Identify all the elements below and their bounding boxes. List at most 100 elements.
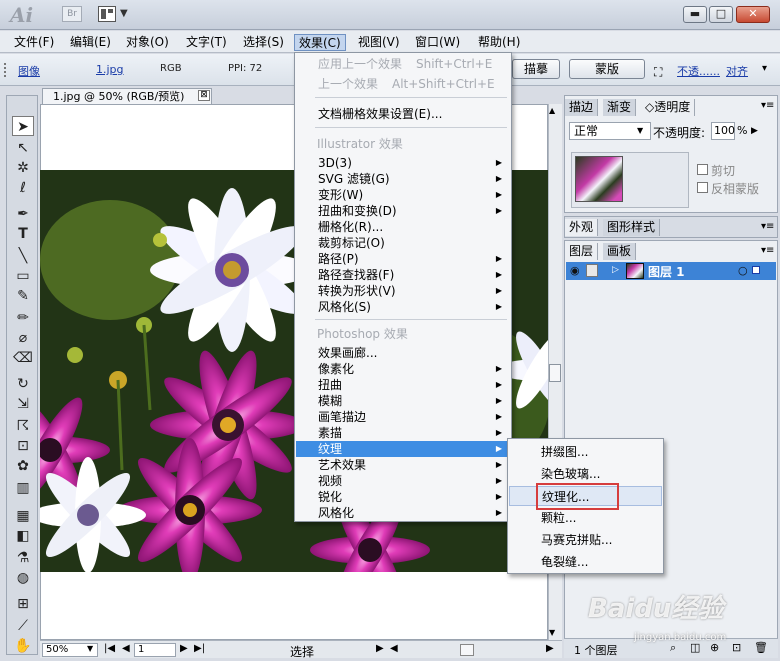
- live-trace-button[interactable]: 描摹: [512, 59, 560, 79]
- layer-row[interactable]: ◉ ▷ 图层 1 ○: [566, 262, 776, 280]
- menu-item-stylize-ps[interactable]: 风格化 ▶: [296, 505, 510, 521]
- tab-gradient[interactable]: 渐变: [603, 99, 637, 116]
- free-transform-tool-icon[interactable]: ⊡: [12, 436, 34, 456]
- menu-item-effect-gallery[interactable]: 效果画廊...: [296, 345, 510, 361]
- scroll-thumb[interactable]: [549, 364, 561, 382]
- target-icon[interactable]: ○: [738, 264, 748, 277]
- menu-item-raster-settings[interactable]: 文档栅格效果设置(E)...: [296, 106, 510, 122]
- status-menu-icon[interactable]: ▶: [376, 643, 384, 654]
- menu-item-path[interactable]: 路径(P) ▶: [296, 251, 510, 267]
- bridge-button[interactable]: Br: [62, 6, 82, 22]
- tab-appearance[interactable]: 外观: [565, 219, 599, 236]
- prev-page-icon[interactable]: ◀: [122, 643, 130, 654]
- eraser-tool-icon[interactable]: ⌫: [12, 348, 34, 368]
- tab-stroke[interactable]: 描边: [565, 99, 599, 116]
- mesh-tool-icon[interactable]: ▦: [12, 506, 34, 526]
- tab-artboards[interactable]: 画板: [603, 243, 637, 260]
- scroll-up-icon[interactable]: ▲: [549, 106, 555, 115]
- selection-indicator[interactable]: [752, 266, 760, 274]
- minimize-button[interactable]: ▬: [683, 6, 707, 23]
- pen-tool-icon[interactable]: ✒: [12, 204, 34, 224]
- menu-item-3d[interactable]: 3D(3) ▶: [296, 155, 510, 171]
- menu-item-video[interactable]: 视频 ▶: [296, 473, 510, 489]
- locate-object-icon[interactable]: ⌕: [670, 641, 676, 655]
- expand-arrow-icon[interactable]: ▷: [612, 265, 619, 275]
- page-select[interactable]: 1: [134, 643, 176, 657]
- first-page-icon[interactable]: |◀: [104, 643, 115, 654]
- menu-view[interactable]: 视图(V): [354, 34, 404, 51]
- menu-type[interactable]: 文字(T): [182, 34, 231, 51]
- blend-tool-icon[interactable]: ◍: [12, 568, 34, 588]
- menu-item-distort[interactable]: 扭曲 ▶: [296, 377, 510, 393]
- rotate-tool-icon[interactable]: ↻: [12, 374, 34, 394]
- new-layer-icon[interactable]: ⊡: [732, 641, 741, 654]
- magic-wand-tool-icon[interactable]: ✲: [12, 158, 34, 178]
- eye-icon[interactable]: ◉: [570, 264, 580, 277]
- hscroll-thumb[interactable]: [460, 644, 474, 656]
- panel-menu-icon[interactable]: ▾: [762, 63, 767, 74]
- menu-item-rasterize[interactable]: 栅格化(R)...: [296, 219, 510, 235]
- menu-item-sketch[interactable]: 素描 ▶: [296, 425, 510, 441]
- scale-tool-icon[interactable]: ⇲: [12, 394, 34, 414]
- panel-menu-icon[interactable]: ▾≡: [761, 245, 774, 256]
- hscroll-right-icon[interactable]: ▶: [546, 643, 554, 654]
- mask-button[interactable]: 蒙版: [569, 59, 645, 79]
- submenu-item-grain[interactable]: 颗粒...: [509, 508, 662, 528]
- rectangle-tool-icon[interactable]: ▭: [12, 266, 34, 286]
- transform-icon[interactable]: ⛶: [654, 65, 662, 80]
- blob-brush-tool-icon[interactable]: ⌀: [12, 328, 34, 348]
- gradient-tool-icon[interactable]: ◧: [12, 526, 34, 546]
- clip-checkbox[interactable]: [697, 164, 708, 175]
- menu-item-artistic[interactable]: 艺术效果 ▶: [296, 457, 510, 473]
- menu-item-pathfinder[interactable]: 路径查找器(F) ▶: [296, 267, 510, 283]
- menu-edit[interactable]: 编辑(E): [66, 34, 115, 51]
- paintbrush-tool-icon[interactable]: ✎: [12, 286, 34, 306]
- submenu-item-craquelure[interactable]: 龟裂缝...: [509, 552, 662, 572]
- close-document-icon[interactable]: ⊠: [198, 90, 210, 101]
- submenu-item-stained-glass[interactable]: 染色玻璃...: [509, 464, 662, 484]
- scroll-down-icon[interactable]: ▼: [549, 628, 555, 637]
- last-page-icon[interactable]: ▶|: [194, 643, 205, 654]
- menu-item-brush-strokes[interactable]: 画笔描边 ▶: [296, 409, 510, 425]
- menu-item-distort-transform[interactable]: 扭曲和变换(D) ▶: [296, 203, 510, 219]
- pencil-tool-icon[interactable]: ✏: [12, 308, 34, 328]
- menu-item-pixelate[interactable]: 像素化 ▶: [296, 361, 510, 377]
- direct-selection-tool-icon[interactable]: ↖: [12, 138, 34, 158]
- align-link[interactable]: 对齐: [726, 63, 748, 79]
- layer-name[interactable]: 图层 1: [648, 263, 685, 280]
- menu-help[interactable]: 帮助(H): [474, 34, 524, 51]
- panel-menu-icon[interactable]: ▾≡: [761, 100, 774, 111]
- menu-item-warp[interactable]: 变形(W) ▶: [296, 187, 510, 203]
- menu-item-convert-to-shape[interactable]: 转换为形状(V) ▶: [296, 283, 510, 299]
- eyedropper-tool-icon[interactable]: ⚗: [12, 548, 34, 568]
- hscroll-left-icon[interactable]: ◀: [390, 643, 398, 654]
- chevron-down-icon[interactable]: ▼: [120, 8, 128, 19]
- image-link[interactable]: 图像: [18, 63, 40, 79]
- status-mode[interactable]: 选择: [290, 643, 314, 660]
- menu-object[interactable]: 对象(O): [122, 34, 173, 51]
- line-tool-icon[interactable]: ╲: [12, 246, 34, 266]
- menu-effect[interactable]: 效果(C): [294, 34, 346, 51]
- chevron-down-icon[interactable]: ▼: [87, 644, 93, 653]
- menu-item-texture[interactable]: 纹理 ▶: [296, 441, 510, 457]
- file-link[interactable]: 1.jpg: [96, 63, 124, 76]
- panel-menu-icon[interactable]: ▾≡: [761, 221, 774, 232]
- next-page-icon[interactable]: ▶: [180, 643, 188, 654]
- arrange-documents-icon[interactable]: [98, 6, 116, 22]
- menu-item-sharpen[interactable]: 锐化 ▶: [296, 489, 510, 505]
- menu-item-stylize-ai[interactable]: 风格化(S) ▶: [296, 299, 510, 315]
- document-tab[interactable]: 1.jpg @ 50% (RGB/预览): [42, 88, 212, 104]
- menu-select[interactable]: 选择(S): [239, 34, 288, 51]
- submenu-item-patchwork[interactable]: 拼缀图...: [509, 442, 662, 462]
- tab-transparency[interactable]: ◇透明度: [641, 99, 696, 116]
- slice-tool-icon[interactable]: ⟋: [12, 616, 34, 636]
- menu-item-svg-filters[interactable]: SVG 滤镜(G) ▶: [296, 171, 510, 187]
- menu-file[interactable]: 文件(F): [10, 34, 58, 51]
- maximize-button[interactable]: □: [709, 6, 733, 23]
- menu-item-blur[interactable]: 模糊 ▶: [296, 393, 510, 409]
- warp-tool-icon[interactable]: ☈: [12, 416, 34, 436]
- menu-window[interactable]: 窗口(W): [411, 34, 464, 51]
- opacity-slider-icon[interactable]: ▶: [751, 126, 758, 136]
- column-graph-tool-icon[interactable]: ▥: [12, 478, 34, 498]
- chevron-down-icon[interactable]: ▼: [637, 126, 643, 135]
